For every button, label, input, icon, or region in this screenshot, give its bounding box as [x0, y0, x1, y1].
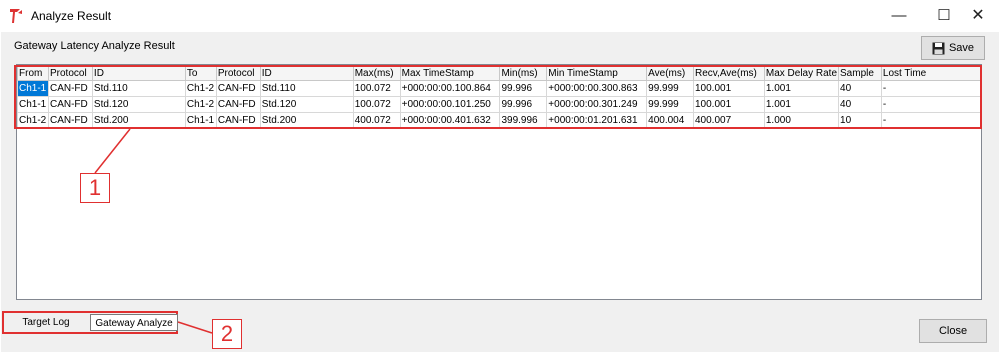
- tab-gateway-analyze[interactable]: Gateway Analyze: [90, 314, 178, 331]
- tab-target-log[interactable]: Target Log: [12, 314, 80, 331]
- annotation-leader-2: [177, 321, 213, 334]
- annotation-label-1: 1: [80, 173, 110, 203]
- annotation-leader-lines: [94, 128, 213, 334]
- close-button[interactable]: Close: [919, 319, 987, 343]
- annotation-label-2: 2: [212, 319, 242, 349]
- annotation-leader-1: [94, 128, 131, 174]
